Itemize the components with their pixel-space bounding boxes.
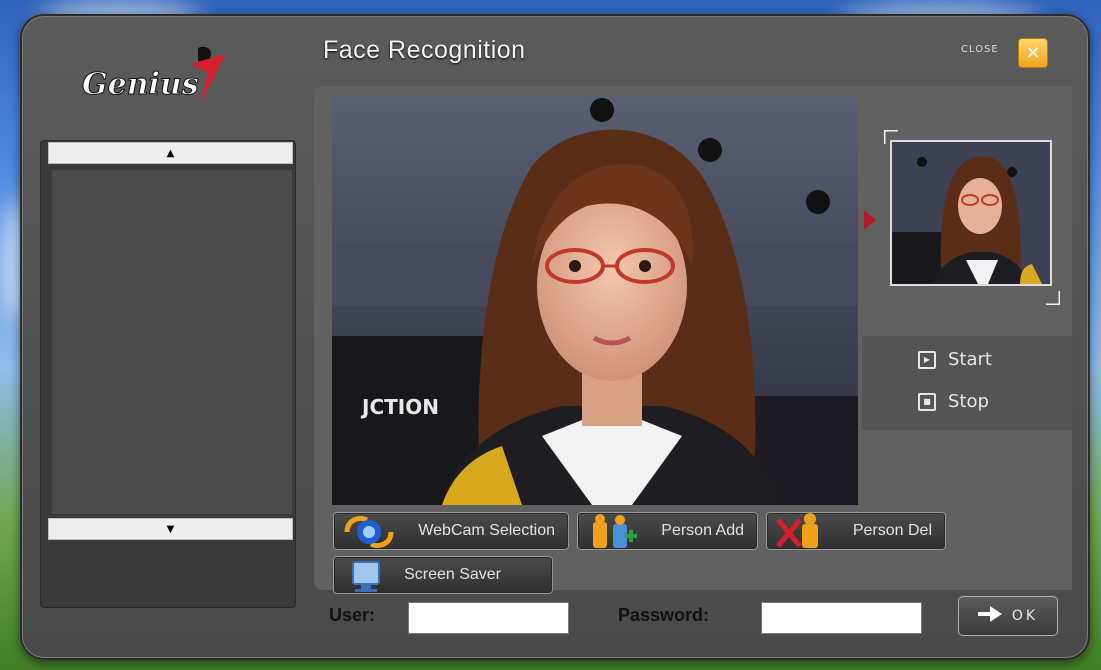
close-label[interactable]: CLOSE [961, 44, 999, 55]
person-del-label: Person Del [852, 522, 932, 539]
captured-face-thumbnail [890, 140, 1052, 286]
webcam-selection-button[interactable]: WebCam Selection [333, 512, 569, 550]
webcam-icon [339, 512, 394, 550]
person-add-label: Person Add [661, 522, 744, 539]
stop-icon: ■ [918, 392, 936, 411]
close-button[interactable]: ✕ [1018, 38, 1048, 68]
list-scroll-down-button[interactable]: ▼ [48, 518, 293, 540]
play-icon: ▶ [918, 350, 936, 369]
genius-logo: Genius [80, 42, 230, 112]
ok-label: OK [1011, 608, 1039, 624]
screen-saver-label: Screen Saver [404, 566, 501, 583]
svg-text:Genius: Genius [82, 67, 199, 102]
person-del-icon [772, 512, 824, 550]
start-button[interactable]: ▶ Start [918, 349, 992, 370]
person-add-button[interactable]: Person Add [577, 512, 758, 550]
close-icon: ✕ [1025, 42, 1041, 64]
monitor-icon [339, 556, 391, 594]
user-input[interactable] [408, 602, 569, 634]
person-del-button[interactable]: Person Del [766, 512, 946, 550]
user-label: User: [329, 605, 376, 625]
up-arrow-icon: ▲ [166, 147, 175, 159]
stop-button[interactable]: ■ Stop [918, 391, 989, 412]
person-add-icon [583, 512, 637, 550]
ok-button[interactable]: OK [958, 596, 1058, 636]
screen-saver-button[interactable]: Screen Saver [333, 556, 553, 594]
down-arrow-icon: ▼ [166, 523, 175, 535]
password-input[interactable] [761, 602, 922, 634]
webcam-selection-label: WebCam Selection [418, 522, 555, 539]
start-label: Start [948, 349, 992, 370]
arrow-right-icon [977, 606, 1002, 626]
list-scroll-up-button[interactable]: ▲ [48, 142, 293, 164]
password-label: Password: [618, 605, 710, 625]
person-list[interactable] [51, 170, 293, 514]
stop-label: Stop [948, 391, 989, 412]
capture-pointer-icon [864, 210, 876, 230]
window-title: Face Recognition [323, 36, 526, 64]
svg-text:JCTION: JCTION [360, 395, 439, 419]
webcam-video-feed: JCTION [332, 96, 858, 505]
